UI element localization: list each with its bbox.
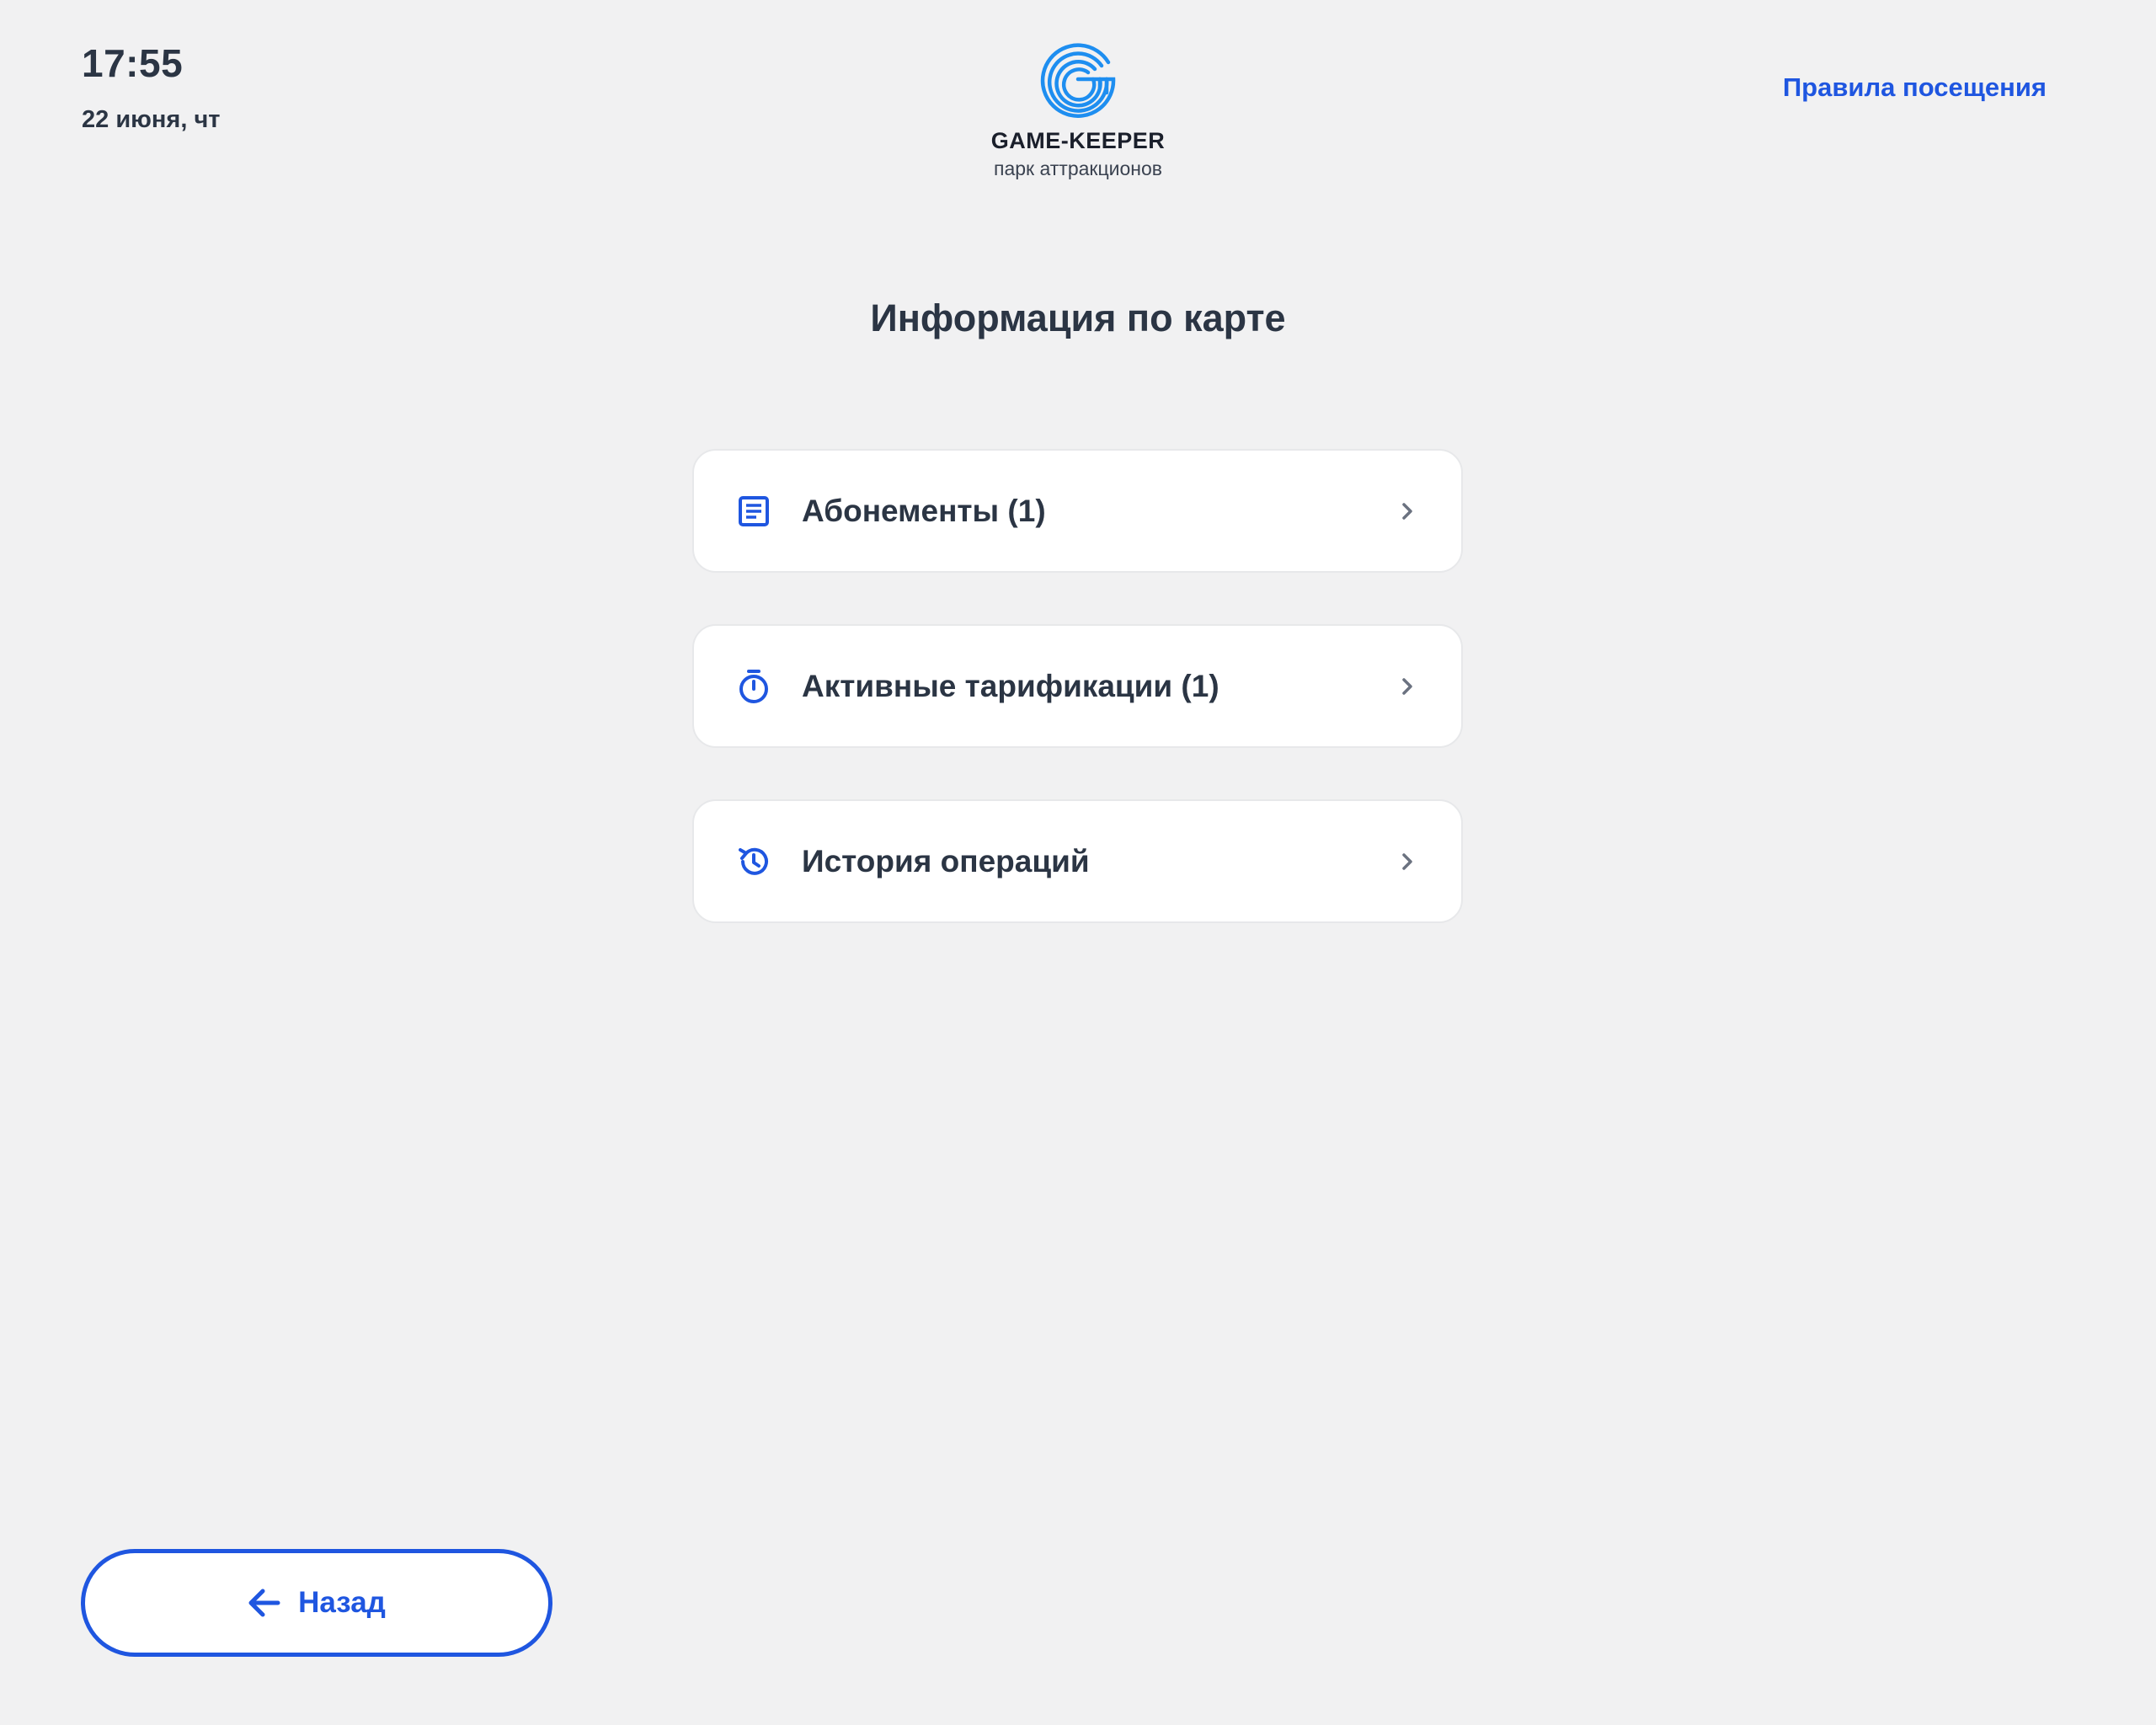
menu-item-active-tariffs[interactable]: Активные тарификации (1) <box>692 624 1463 748</box>
stopwatch-icon <box>736 669 771 704</box>
menu-item-label: История операций <box>802 843 1090 879</box>
menu-item-label: Абонементы (1) <box>802 493 1046 528</box>
chevron-right-icon <box>1397 852 1417 872</box>
document-list-icon <box>736 494 771 529</box>
clock-date: 22 июня, чт <box>82 106 221 133</box>
back-button-label: Назад <box>298 1586 386 1619</box>
rules-link[interactable]: Правила посещения <box>1783 72 2047 103</box>
menu-item-subscriptions[interactable]: Абонементы (1) <box>692 449 1463 573</box>
menu-item-label: Активные тарификации (1) <box>802 668 1219 703</box>
card-info-menu: Абонементы (1) Активные тарификации (1) <box>692 449 1463 975</box>
game-keeper-logo-icon <box>1040 43 1116 118</box>
arrow-left-icon <box>248 1586 281 1620</box>
menu-item-operation-history[interactable]: История операций <box>692 799 1463 923</box>
brand-logo: GAME-KEEPER парк аттракционов <box>910 37 1246 180</box>
logo-name: GAME-KEEPER <box>990 128 1166 153</box>
back-button[interactable]: Назад <box>81 1549 552 1657</box>
clock-time: 17:55 <box>82 41 184 85</box>
chevron-right-icon <box>1397 501 1417 521</box>
logo-subtitle: парк аттракционов <box>993 158 1162 179</box>
chevron-right-icon <box>1397 676 1417 697</box>
page-title: Информация по карте <box>870 296 1286 339</box>
history-icon <box>736 844 771 879</box>
